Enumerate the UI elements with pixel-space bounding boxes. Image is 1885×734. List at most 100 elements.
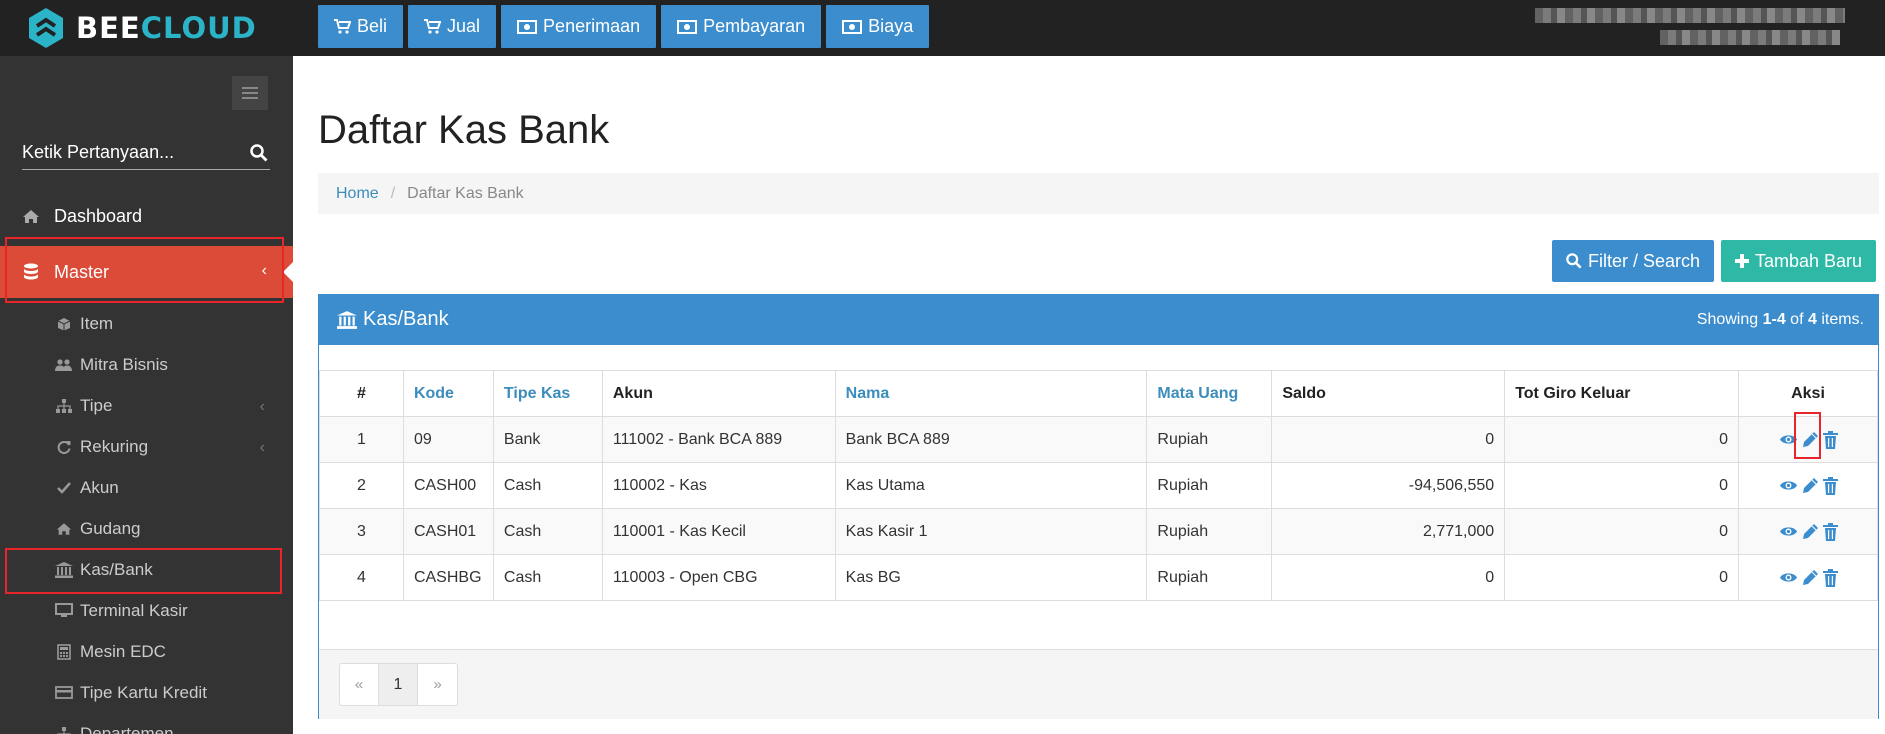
cell-nama: Kas BG: [834, 554, 1148, 601]
cell-kode: CASH01: [402, 508, 494, 555]
beli-button[interactable]: Beli: [318, 5, 404, 48]
users-icon: [54, 358, 74, 372]
cell-saldo: 0: [1271, 416, 1506, 463]
check-icon: [54, 481, 74, 494]
sitemap-icon: [54, 398, 74, 413]
column-header-mata-uang[interactable]: Mata Uang: [1146, 370, 1273, 417]
panel-title: Kas/Bank: [337, 308, 449, 331]
bank-icon: [337, 310, 357, 329]
sidebar-item-gudang[interactable]: Gudang: [0, 508, 293, 549]
column-header-nama[interactable]: Nama: [834, 370, 1148, 417]
view-icon[interactable]: [1779, 525, 1798, 538]
calculator-icon: [54, 643, 74, 660]
top-nav: Beli Jual Penerimaan Pembayaran Biaya: [318, 5, 934, 48]
sidebar-item-tipe[interactable]: Tipe ‹: [0, 385, 293, 426]
cell-kode: CASH00: [402, 462, 494, 509]
table-header-row: # Kode Tipe Kas Akun Nama Mata Uang Sald…: [319, 370, 1878, 417]
biaya-button[interactable]: Biaya: [826, 5, 930, 48]
delete-icon[interactable]: [1822, 430, 1838, 449]
user-info-redacted[interactable]: [1535, 8, 1845, 23]
search-icon: [1566, 253, 1582, 269]
table-row: 2 CASH00 Cash 110002 - Kas Kas Utama Rup…: [319, 462, 1878, 509]
sidebar-item-terminal-kasir[interactable]: Terminal Kasir: [0, 590, 293, 631]
edit-icon[interactable]: [1802, 523, 1819, 540]
sidebar-item-akun[interactable]: Akun: [0, 467, 293, 508]
monitor-icon: [54, 603, 74, 618]
home-icon: [20, 209, 42, 224]
plus-icon: [1735, 254, 1749, 268]
cell-saldo: 2,771,000: [1271, 508, 1506, 555]
cell-kode: CASHBG: [402, 554, 494, 601]
table-row: 4 CASHBG Cash 110003 - Open CBG Kas BG R…: [319, 554, 1878, 601]
cell-tot-giro-keluar: 0: [1504, 416, 1739, 463]
cell-aksi: [1738, 508, 1878, 555]
breadcrumb-current: Daftar Kas Bank: [407, 184, 524, 202]
edit-icon[interactable]: [1802, 569, 1819, 586]
column-header-saldo: Saldo: [1271, 370, 1506, 417]
cell-nama: Bank BCA 889: [834, 416, 1148, 463]
items-summary: Showing 1-4 of 4 items.: [1696, 311, 1864, 328]
cart-icon: [424, 19, 442, 34]
cell-no: 2: [319, 462, 404, 509]
cube-icon: [54, 317, 74, 331]
sidebar-item-rekuring[interactable]: Rekuring ‹: [0, 426, 293, 467]
cell-no: 4: [319, 554, 404, 601]
pembayaran-button[interactable]: Pembayaran: [661, 5, 822, 48]
delete-icon[interactable]: [1822, 476, 1838, 495]
sitemap-icon: [54, 726, 74, 734]
cell-mata-uang: Rupiah: [1146, 416, 1273, 463]
view-icon[interactable]: [1779, 479, 1798, 492]
pagination-page-1[interactable]: 1: [379, 664, 418, 705]
cell-nama: Kas Utama: [834, 462, 1148, 509]
cell-akun: 111002 - Bank BCA 889: [601, 416, 836, 463]
panel-header: Kas/Bank Showing 1-4 of 4 items.: [319, 295, 1878, 345]
cell-no: 3: [319, 508, 404, 555]
sidebar-item-mesin-edc[interactable]: Mesin EDC: [0, 631, 293, 672]
breadcrumb-separator: /: [390, 184, 396, 202]
cell-saldo: -94,506,550: [1271, 462, 1506, 509]
jual-button[interactable]: Jual: [408, 5, 497, 48]
highlight-kas-bank: [5, 548, 282, 594]
beecloud-logo-icon: [29, 8, 63, 48]
brand-name: BEECLOUD: [76, 11, 257, 45]
view-icon[interactable]: [1779, 571, 1798, 584]
cell-mata-uang: Rupiah: [1146, 508, 1273, 555]
sidebar-search-input[interactable]: Ketik Pertanyaan...: [22, 138, 270, 170]
delete-icon[interactable]: [1822, 522, 1838, 541]
sidebar-item-dashboard[interactable]: Dashboard: [0, 196, 293, 237]
pagination-prev[interactable]: «: [340, 664, 379, 705]
kas-bank-panel: Kas/Bank Showing 1-4 of 4 items. # Kode …: [318, 294, 1879, 719]
brand-logo[interactable]: BEECLOUD: [26, 6, 266, 50]
highlight-edit-icon: [1794, 412, 1821, 459]
panel-footer: « 1 »: [319, 649, 1878, 719]
sidebar-item-item[interactable]: Item: [0, 303, 293, 344]
cell-mata-uang: Rupiah: [1146, 462, 1273, 509]
column-header-kode[interactable]: Kode: [402, 370, 494, 417]
cell-aksi: [1738, 462, 1878, 509]
sidebar-item-tipe-kartu-kredit[interactable]: Tipe Kartu Kredit: [0, 672, 293, 713]
delete-icon[interactable]: [1822, 568, 1838, 587]
cell-kode: 09: [402, 416, 494, 463]
column-header-no: #: [319, 370, 404, 417]
breadcrumb-home-link[interactable]: Home: [336, 185, 379, 203]
add-new-button[interactable]: Tambah Baru: [1721, 240, 1877, 282]
cell-akun: 110001 - Kas Kecil: [601, 508, 836, 555]
highlight-master: [5, 237, 284, 303]
cell-tot-giro-keluar: 0: [1504, 508, 1739, 555]
cell-no: 1: [319, 416, 404, 463]
cell-aksi: [1738, 554, 1878, 601]
pagination-next[interactable]: »: [418, 664, 457, 705]
edit-icon[interactable]: [1802, 477, 1819, 494]
sidebar-toggle-button[interactable]: [232, 76, 268, 110]
kas-bank-table: # Kode Tipe Kas Akun Nama Mata Uang Sald…: [319, 370, 1878, 601]
active-indicator: [283, 262, 293, 282]
penerimaan-button[interactable]: Penerimaan: [501, 5, 657, 48]
column-header-tipe-kas[interactable]: Tipe Kas: [492, 370, 603, 417]
filter-search-button[interactable]: Filter / Search: [1552, 240, 1715, 282]
cell-mata-uang: Rupiah: [1146, 554, 1273, 601]
sidebar-item-mitra-bisnis[interactable]: Mitra Bisnis: [0, 344, 293, 385]
search-icon[interactable]: [250, 144, 268, 167]
cell-tot-giro-keluar: 0: [1504, 462, 1739, 509]
chevron-left-icon: ‹: [259, 398, 265, 415]
sidebar-item-departemen[interactable]: Departemen: [0, 713, 293, 734]
